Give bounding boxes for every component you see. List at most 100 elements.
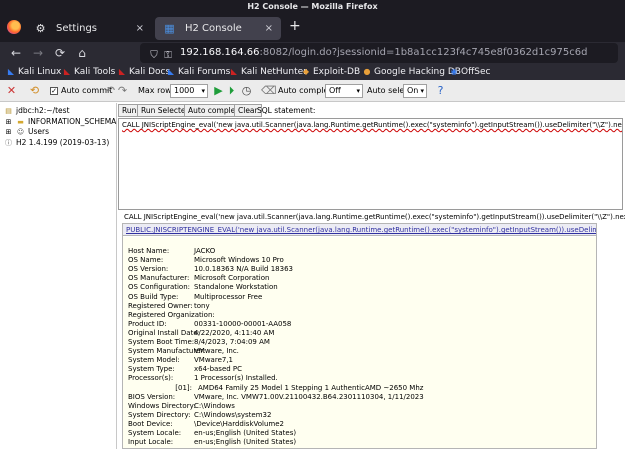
result-line: System Model: VMware7,1 <box>128 356 233 365</box>
tree-connection[interactable]: ▤ jdbc:h2:~/test <box>4 106 69 116</box>
result-line-value: 8/4/2023, 7:04:09 AM <box>194 338 270 346</box>
bookmark-item[interactable]: ◣ Kali NetHunter <box>229 64 307 80</box>
bookmark-label: Kali Linux <box>18 67 62 77</box>
result-line-key: Host Name: <box>128 247 170 255</box>
result-line-key: Boot Device: <box>128 419 173 428</box>
ghdb-icon: ● <box>363 67 371 76</box>
sql-button-bar: Run Run Selected Auto complete Clear SQL… <box>118 104 625 118</box>
result-line-value: Microsoft Corporation <box>194 274 270 283</box>
bookmark-item[interactable]: ◣ Kali Forums <box>166 64 230 80</box>
bookmark-item[interactable]: ◣ Kali Tools <box>62 64 115 80</box>
result-line: OS Name: Microsoft Windows 10 Pro <box>128 256 284 265</box>
lock-icon[interactable]: ⚿ <box>162 46 174 61</box>
shield-icon[interactable]: ⛉ <box>148 46 160 61</box>
result-line-value: 10.0.18363 N/A Build 18363 <box>194 265 293 274</box>
result-line-key: OS Build Type: <box>128 292 179 301</box>
run-selected-icon[interactable]: ⏵ <box>225 84 238 97</box>
bookmark-label: Kali Tools <box>74 67 116 77</box>
kali-docs-icon: ◣ <box>118 67 126 76</box>
bookmark-label: Kali Docs <box>129 67 171 77</box>
result-line-key: Product ID: <box>128 319 167 328</box>
result-line: Boot Device: \Device\HarddiskVolume2 <box>128 420 284 429</box>
bookmark-item[interactable]: ● Google Hacking DB <box>362 64 461 80</box>
history-icon[interactable]: ◷ <box>240 84 253 97</box>
result-line: Registered Owner:tony <box>128 302 210 311</box>
auto-select-value: On <box>407 86 419 95</box>
h2-toolbar: ✕ ⟲ ✓ Auto commit ↶ ↷ Max rows: 1000 ▾ ▶… <box>0 80 625 102</box>
result-line: Input Locale: en-us;English (United State… <box>128 438 296 447</box>
result-line-key: Windows Directory: <box>128 401 196 410</box>
result-line: Product ID: 00331-10000-00001-AA058 <box>128 320 291 329</box>
refresh-icon[interactable]: ⟲ <box>28 84 41 97</box>
result-line: Original Install Date:4/22/2020, 4:11:40… <box>128 329 274 338</box>
result-line-key: System Directory: <box>128 410 191 419</box>
result-line: Host Name: JACKO <box>128 247 215 256</box>
result-line-value: AMD64 Family 25 Model 1 Stepping 1 Authe… <box>198 383 424 392</box>
result-line-value: x64-based PC <box>194 365 243 374</box>
back-button[interactable]: ← <box>8 45 24 61</box>
bookmark-label: OffSec <box>461 67 491 77</box>
result-line-value: \Device\HarddiskVolume2 <box>194 419 284 428</box>
max-rows-select[interactable]: 1000 ▾ <box>170 84 208 98</box>
result-line-value: Standalone Workstation <box>194 283 278 292</box>
auto-complete-select[interactable]: Off ▾ <box>325 84 363 98</box>
result-line-key: System Model: <box>128 356 180 365</box>
sql-statement-label: SQL statement: <box>257 106 316 115</box>
sql-editor[interactable]: CALL JNIScriptEngine_eval('new java.util… <box>118 118 623 210</box>
forward-button[interactable]: → <box>30 45 46 61</box>
result-line-value: 1 Processor(s) Installed. <box>194 374 278 383</box>
tree-version: ⓘ H2 1.4.199 (2019-03-13) <box>5 138 110 147</box>
auto-complete-value: Off <box>329 86 341 95</box>
tab-settings[interactable]: ⚙ Settings × <box>26 17 152 40</box>
result-line-value: C:\Windows\system32 <box>194 410 272 419</box>
result-command: CALL JNIScriptEngine_eval('new java.util… <box>124 213 625 221</box>
new-tab-button[interactable]: + <box>289 16 301 36</box>
navigation-bar: ← → ⟳ ⌂ ⛉ ⚿ 192.168.164.66:8082/login.do… <box>0 42 625 64</box>
expand-icon[interactable]: ⊞ <box>4 118 13 126</box>
tree-information-schema[interactable]: ⊞ ▬ INFORMATION_SCHEMA <box>4 117 117 127</box>
result-column-header[interactable]: PUBLIC.JNISCRIPTENGINE_EVAL('new java.ut… <box>123 224 596 236</box>
schema-tree: ▤ jdbc:h2:~/test ⊞ ▬ INFORMATION_SCHEMA ⊞ ☺ U… <box>0 103 117 449</box>
url-bar[interactable]: ⛉ ⚿ 192.168.164.66:8082/login.do?jsessio… <box>140 43 618 63</box>
bookmark-item[interactable]: ◣ Kali Linux <box>6 64 61 80</box>
offsec-icon: ◉ <box>450 67 458 76</box>
close-tab-icon[interactable]: × <box>136 17 144 40</box>
disconnect-icon[interactable]: ✕ <box>5 84 18 97</box>
exploit-db-icon: ◆ <box>302 67 310 76</box>
firefox-logo-icon[interactable] <box>7 20 21 34</box>
max-rows-value: 1000 <box>174 86 195 95</box>
gear-icon: ⚙ <box>35 22 46 35</box>
tab-label: H2 Console <box>185 23 242 34</box>
expand-icon[interactable]: ⊞ <box>4 128 13 136</box>
chevron-down-icon: ▾ <box>356 87 360 95</box>
result-line: System Locale: en-us;English (United Stat… <box>128 429 296 438</box>
tree-users[interactable]: ⊞ ☺ Users <box>4 127 49 137</box>
tab-label: Settings <box>56 23 98 34</box>
bookmark-label: Kali NetHunter <box>241 67 307 77</box>
result-line-value: C:\Windows <box>194 401 235 410</box>
result-line-value: 00331-10000-00001-AA058 <box>194 319 292 328</box>
home-button[interactable]: ⌂ <box>74 45 90 61</box>
chevron-down-icon: ▾ <box>420 87 424 95</box>
auto-commit-checkbox[interactable]: ✓ <box>50 87 58 95</box>
reload-button[interactable]: ⟳ <box>52 45 68 61</box>
h2-console-page: ✕ ⟲ ✓ Auto commit ↶ ↷ Max rows: 1000 ▾ ▶… <box>0 80 625 449</box>
help-icon[interactable]: ? <box>434 84 447 97</box>
tab-h2-console[interactable]: ▦ H2 Console × <box>155 17 281 40</box>
auto-select-select[interactable]: On ▾ <box>403 84 427 98</box>
result-line: Processor(s): 1 Processor(s) Installed. <box>128 374 278 383</box>
result-line-key: System Locale: <box>128 429 182 437</box>
result-line-value: VMware7,1 <box>194 356 234 365</box>
bookmark-item[interactable]: ◣ Kali Docs <box>117 64 170 80</box>
bookmark-item[interactable]: ◆ Exploit-DB <box>301 64 360 80</box>
result-line: System Type: x64-based PC <box>128 365 242 374</box>
close-tab-icon[interactable]: × <box>265 17 273 40</box>
result-line-key: OS Version: <box>128 265 169 274</box>
url-host: 192.168.164.66 <box>180 47 260 58</box>
run-icon[interactable]: ▶ <box>212 84 225 97</box>
bookmark-item[interactable]: ◉ OffSec <box>449 64 491 80</box>
clear-icon[interactable]: ⌫ <box>261 84 277 97</box>
result-line-value: tony <box>194 301 210 310</box>
result-cell: Host Name: JACKO OS Name: Microsoft Windows… <box>123 237 596 448</box>
commit-icon[interactable]: ↷ <box>116 84 129 97</box>
